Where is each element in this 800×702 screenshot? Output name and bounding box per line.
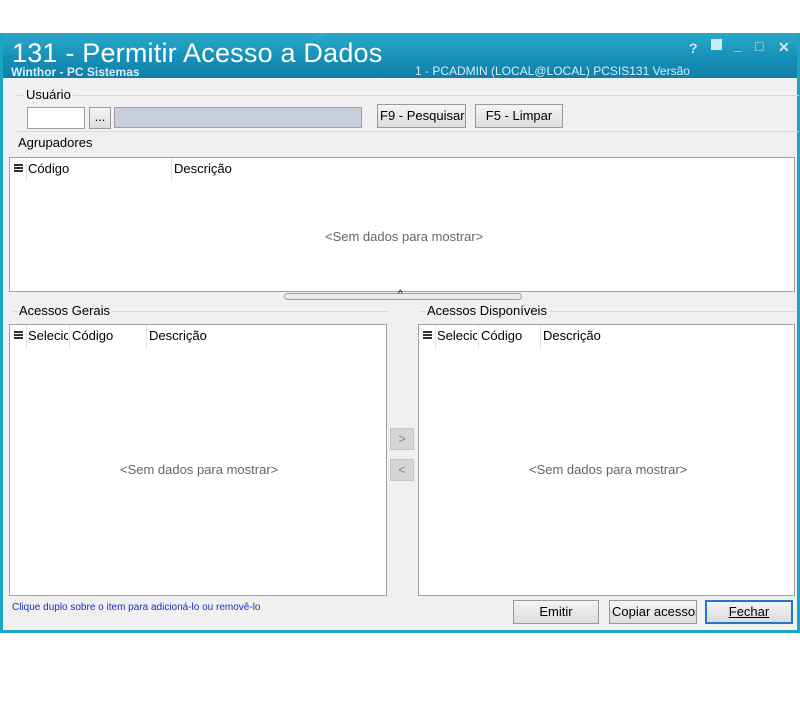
column-codigo[interactable]: Código — [481, 328, 537, 343]
column-separator — [171, 158, 172, 182]
column-codigo[interactable]: Código — [28, 161, 168, 176]
copiar-acessos-button[interactable]: Copiar acessos — [609, 600, 697, 624]
agrupadores-header: Código Descrição — [10, 158, 794, 182]
help-icon[interactable]: ? — [689, 40, 698, 56]
title-bar: 131 - Permitir Acesso a Dados Winthor - … — [3, 33, 797, 78]
column-menu-icon[interactable] — [14, 164, 23, 174]
maximize-icon[interactable]: □ — [755, 38, 763, 54]
fechar-button[interactable]: Fechar — [705, 600, 793, 624]
close-icon[interactable]: ✕ — [778, 39, 790, 56]
column-separator — [69, 325, 70, 349]
chevron-up-icon[interactable]: ^ — [398, 289, 403, 300]
agrupadores-label: Agrupadores — [16, 135, 95, 150]
column-separator — [478, 325, 479, 349]
column-selecionado[interactable]: Selecic — [28, 328, 68, 343]
acessos-disponiveis-grid[interactable]: Selecic Código Descrição <Sem dados para… — [418, 324, 795, 596]
column-separator — [26, 158, 27, 182]
column-separator — [435, 325, 436, 349]
usuario-group-bottom — [17, 131, 799, 132]
column-codigo[interactable]: Código — [72, 328, 142, 343]
column-descricao[interactable]: Descrição — [149, 328, 299, 343]
clear-button[interactable]: F5 - Limpar — [475, 104, 563, 128]
restore-icon[interactable] — [711, 39, 722, 50]
acessos-disponiveis-label: Acessos Disponíveis — [425, 303, 549, 318]
column-menu-icon[interactable] — [14, 331, 23, 341]
acessos-gerais-header: Selecic Código Descrição — [10, 325, 386, 349]
column-descricao[interactable]: Descrição — [174, 161, 374, 176]
main-window: 131 - Permitir Acesso a Dados Winthor - … — [0, 33, 800, 633]
user-lookup-button[interactable]: ... — [89, 107, 111, 129]
window-subtitle: Winthor - PC Sistemas — [11, 65, 140, 78]
acessos-disponiveis-header: Selecic Código Descrição — [419, 325, 794, 349]
search-button[interactable]: F9 - Pesquisar — [377, 104, 466, 128]
column-menu-icon[interactable] — [423, 331, 432, 341]
agrupadores-empty-message: <Sem dados para mostrar> — [325, 229, 484, 244]
minimize-icon[interactable]: _ — [734, 37, 742, 53]
acessos-gerais-label: Acessos Gerais — [17, 303, 113, 318]
acessos-gerais-empty-message: <Sem dados para mostrar> — [120, 462, 279, 477]
user-name-field — [114, 107, 362, 128]
footer-hint: Clique duplo sobre o item para adicioná-… — [12, 602, 261, 613]
add-access-button[interactable]: > — [390, 428, 414, 450]
acessos-disponiveis-empty-message: <Sem dados para mostrar> — [529, 462, 688, 477]
column-descricao[interactable]: Descrição — [543, 328, 693, 343]
usuario-group-line — [17, 95, 799, 96]
column-separator — [540, 325, 541, 349]
column-selecionado[interactable]: Selecic — [437, 328, 477, 343]
usuario-label: Usuário — [24, 87, 73, 102]
user-info: 1 - PCADMIN (LOCAL@LOCAL) PCSIS131 Versã… — [415, 64, 690, 78]
user-code-input[interactable] — [27, 107, 85, 129]
emitir-button[interactable]: Emitir — [513, 600, 599, 624]
acessos-gerais-grid[interactable]: Selecic Código Descrição <Sem dados para… — [9, 324, 387, 596]
panel-splitter[interactable]: ^ — [284, 289, 522, 300]
column-separator — [26, 325, 27, 349]
remove-access-button[interactable]: < — [390, 459, 414, 481]
column-separator — [146, 325, 147, 349]
agrupadores-grid[interactable]: Código Descrição <Sem dados para mostrar… — [9, 157, 795, 292]
